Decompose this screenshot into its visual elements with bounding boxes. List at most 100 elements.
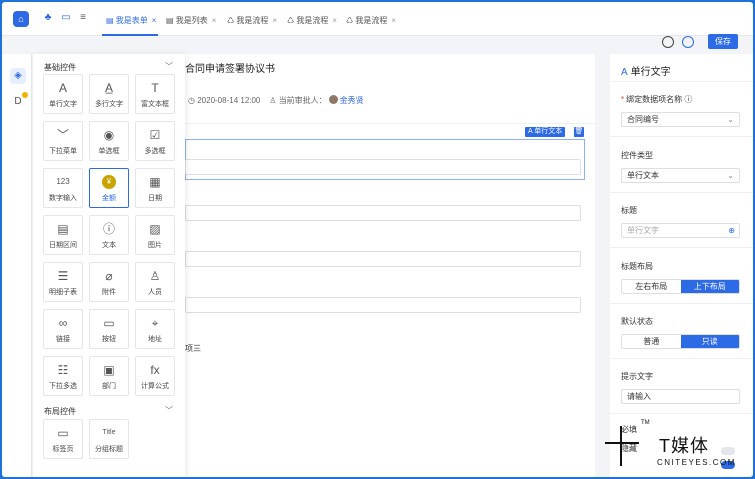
top-bar: ⌂ ♣ ▭ ≡ ▤ 我是表单 × ▤ 我是列表 × ♺ 我是流程 × ♺ 我是流程 × … (2, 2, 753, 36)
approver-icon: ♙ (269, 96, 277, 105)
formula-icon: fx (150, 363, 160, 377)
menu-icon[interactable]: ≡ (77, 12, 89, 24)
dropdown-icon: ﹀ (56, 128, 69, 142)
tab-flow-1[interactable]: ♺ 我是流程 × (227, 14, 277, 28)
field-input-3[interactable] (185, 251, 581, 267)
control-link[interactable]: ∞ 链接 (43, 309, 83, 349)
delete-icon[interactable]: 🗑 (574, 127, 584, 137)
form-title: 合同申请签署协议书 (185, 64, 275, 75)
image-icon: ▨ (149, 222, 161, 236)
close-icon[interactable]: × (332, 16, 337, 25)
date-range-icon: ▤ (57, 222, 69, 236)
calendar-icon: ▦ (149, 175, 161, 189)
crosshair-icon (620, 426, 622, 466)
bind-field-label: * 绑定数据项名称 ⓘ (621, 95, 693, 104)
caption-input[interactable]: 单行文字 ⊕ (621, 223, 740, 238)
field-input-4[interactable] (185, 297, 581, 313)
control-formula[interactable]: fx 计算公式 (135, 356, 175, 396)
control-type-select[interactable]: 单行文本 ⌄ (621, 168, 740, 183)
paperclip-icon: ⌀ (105, 269, 113, 283)
form-meta: ◷ 2020-08-14 12:00 ♙ 当前审批人： 金秀贤 (188, 95, 364, 106)
control-group-title[interactable]: Title 分组标题 (89, 419, 129, 459)
left-nav: ◈ D (2, 54, 32, 477)
default-state-toggle: 普通 只读 (621, 334, 740, 349)
info-icon: ⓘ (102, 222, 115, 236)
hint-label: 提示文字 (621, 372, 653, 381)
divider (610, 247, 753, 248)
control-rich-text[interactable]: T 富文本框 (135, 74, 175, 114)
help-icon[interactable]: ⓘ (684, 95, 692, 104)
globe-icon[interactable]: ⊕ (728, 224, 735, 237)
person-icon: ♙ (149, 269, 161, 283)
control-department[interactable]: ▣ 部门 (89, 356, 129, 396)
caption-label: 标题 (621, 206, 637, 215)
control-multi-line-text[interactable]: A̲ 多行文字 (89, 74, 129, 114)
checklist-icon: ☷ (57, 363, 69, 377)
text-multiline-icon: A̲ (104, 81, 113, 95)
state-normal[interactable]: 普通 (622, 335, 681, 348)
control-palette: 基础控件 ﹀ A 单行文字 A̲ 多行文字 T 富文本框 ﹀ 下拉菜单 ◉ 单选框 ☑ 多选… (33, 54, 185, 477)
chevron-down-icon[interactable]: ﹀ (165, 61, 173, 72)
state-readonly[interactable]: 只读 (680, 335, 739, 348)
hint-input[interactable]: 请输入 (621, 389, 740, 404)
preview-icon[interactable] (682, 36, 694, 48)
caption-layout-label: 标题布局 (621, 262, 653, 271)
chevron-down-icon[interactable]: ﹀ (165, 405, 173, 416)
properties-panel: A 单行文字 * 绑定数据项名称 ⓘ 合同编号 ⌄ 控件类型 单行文本 ⌄ 标题 单行文… (610, 54, 753, 477)
control-type-label: 控件类型 (621, 151, 653, 160)
tab-list[interactable]: ▤ 我是列表 × (166, 14, 216, 28)
yen-icon: ¥ (102, 175, 116, 189)
field-input-2[interactable] (185, 205, 581, 221)
control-attachment[interactable]: ⌀ 附件 (89, 262, 129, 302)
number-icon: 123 (56, 177, 70, 186)
option-label: 项三 (185, 344, 201, 353)
layout-left-right[interactable]: 左右布局 (622, 280, 681, 293)
control-amount[interactable]: ¥ 金额 (89, 168, 129, 208)
divider (610, 81, 753, 82)
control-subtable[interactable]: ☰ 明细子表 (43, 262, 83, 302)
chevron-down-icon: ⌄ (727, 115, 734, 124)
control-single-line-text[interactable]: A 单行文字 (43, 74, 83, 114)
layout-top-bottom[interactable]: 上下布局 (680, 280, 739, 293)
control-image[interactable]: ▨ 图片 (135, 215, 175, 255)
text-a-icon: A (58, 81, 67, 95)
field-input-1[interactable] (185, 159, 581, 175)
department-icon: ▣ (103, 363, 115, 377)
control-dropdown[interactable]: ﹀ 下拉菜单 (43, 121, 83, 161)
folder-icon[interactable]: ▭ (60, 12, 72, 24)
bell-icon[interactable]: ♣ (42, 12, 54, 24)
control-date[interactable]: ▦ 日期 (135, 168, 175, 208)
notification-dot (22, 92, 28, 98)
panel-title: A 单行文字 (621, 67, 671, 78)
app-logo-icon[interactable]: ⌂ (13, 11, 29, 27)
control-date-range[interactable]: ▤ 日期区间 (43, 215, 83, 255)
tab-form[interactable]: ▤ 我是表单 × (106, 14, 156, 28)
rich-text-icon: T (151, 81, 159, 95)
tab-flow-3[interactable]: ♺ 我是流程 × (346, 14, 396, 28)
control-multi-dropdown[interactable]: ☷ 下拉多选 (43, 356, 83, 396)
control-button[interactable]: ▭ 按钮 (89, 309, 129, 349)
control-tabs[interactable]: ▭ 标签页 (43, 419, 83, 459)
close-icon[interactable]: × (152, 16, 157, 25)
default-state-label: 默认状态 (621, 317, 653, 326)
control-text[interactable]: ⓘ 文本 (89, 215, 129, 255)
save-button[interactable]: 保存 (708, 34, 738, 49)
close-icon[interactable]: × (391, 16, 396, 25)
active-tab-indicator (102, 34, 158, 36)
control-number[interactable]: 123 数字输入 (43, 168, 83, 208)
bind-field-select[interactable]: 合同编号 ⌄ (621, 112, 740, 127)
control-person[interactable]: ♙ 人员 (135, 262, 175, 302)
checkbox-icon: ☑ (149, 128, 161, 142)
layers-icon[interactable]: ◈ (10, 68, 26, 84)
watermark-logo: TM T媒体 CNITEYES.COM (605, 420, 755, 479)
tab-flow-2[interactable]: ♺ 我是流程 × (287, 14, 337, 28)
approver-name[interactable]: 金秀贤 (340, 96, 364, 105)
control-checkbox[interactable]: ☑ 多选框 (135, 121, 175, 161)
divider (610, 358, 753, 359)
close-icon[interactable]: × (272, 16, 277, 25)
close-icon[interactable]: × (212, 16, 217, 25)
gear-icon[interactable] (662, 36, 674, 48)
form-canvas: 合同申请签署协议书 ◷ 2020-08-14 12:00 ♙ 当前审批人： 金秀贤… (185, 54, 595, 477)
control-address[interactable]: ⌖ 地址 (135, 309, 175, 349)
control-radio[interactable]: ◉ 单选框 (89, 121, 129, 161)
